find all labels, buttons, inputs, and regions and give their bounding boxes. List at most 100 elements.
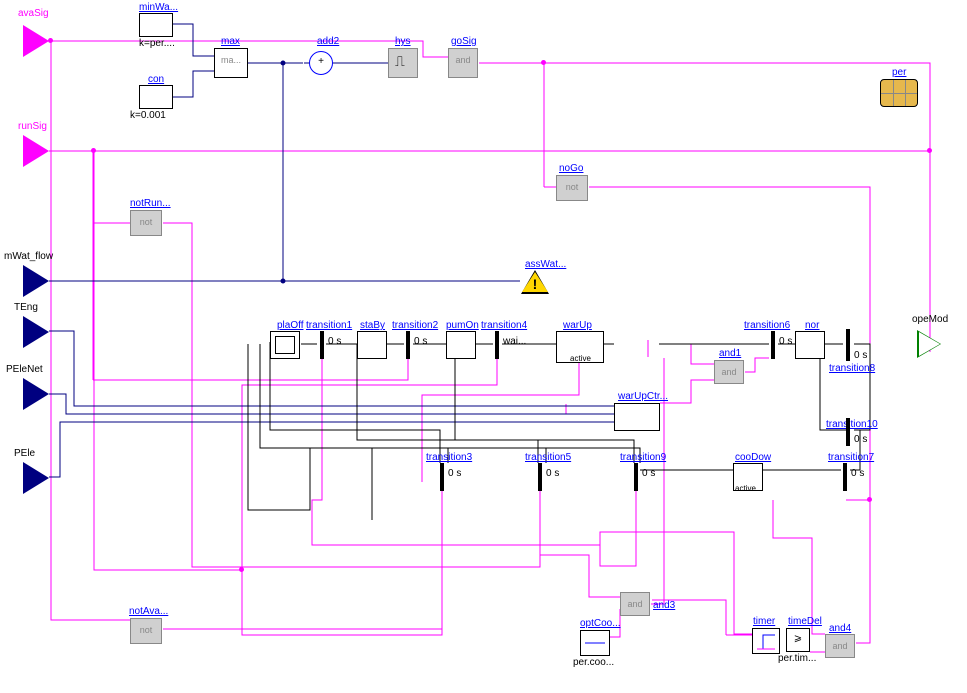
- block-t5[interactable]: [538, 463, 542, 491]
- label-PEleNet: PEleNet: [6, 364, 43, 375]
- block-t2[interactable]: [406, 331, 410, 359]
- label-staBy: staBy: [360, 320, 385, 331]
- label-t10-time: 0 s: [854, 434, 867, 445]
- label-and3: and3: [653, 600, 675, 611]
- label-t1-time: 0 s: [328, 336, 341, 347]
- and3-txt: and: [621, 593, 649, 609]
- block-plaOff[interactable]: [270, 331, 300, 359]
- label-t6-time: 0 s: [779, 336, 792, 347]
- label-active2: active: [735, 484, 756, 493]
- label-TEng: TEng: [14, 302, 38, 313]
- block-notAva[interactable]: not: [130, 618, 162, 644]
- label-con-k: k=0.001: [130, 110, 166, 121]
- label-t4-wai: wai...: [503, 336, 526, 347]
- block-hys[interactable]: ⎍: [388, 48, 418, 78]
- input-avaSig[interactable]: [23, 25, 49, 57]
- label-t2-time: 0 s: [414, 336, 427, 347]
- block-t3[interactable]: [440, 463, 444, 491]
- notRun-txt: not: [131, 211, 161, 227]
- block-t7[interactable]: [843, 463, 847, 491]
- label-con: con: [148, 74, 164, 85]
- label-assWat: assWat...: [525, 259, 566, 270]
- block-and4[interactable]: and: [825, 634, 855, 658]
- label-active: active: [570, 354, 591, 363]
- input-PEle[interactable]: [23, 462, 49, 494]
- block-t4[interactable]: [495, 331, 499, 359]
- block-minWa[interactable]: [139, 13, 173, 37]
- block-assWat[interactable]: [521, 270, 549, 294]
- input-mWat-flow[interactable]: [23, 265, 49, 297]
- block-and1[interactable]: and: [714, 360, 744, 384]
- label-t3: transition3: [426, 452, 472, 463]
- label-minWa-k: k=per....: [139, 38, 175, 49]
- block-t9[interactable]: [634, 463, 638, 491]
- input-runSig[interactable]: [23, 135, 49, 167]
- output-opeMod[interactable]: [917, 330, 941, 358]
- block-noGo[interactable]: not: [556, 175, 588, 201]
- ge-icon: ⩾: [787, 629, 809, 644]
- label-t10: transition10: [826, 419, 878, 430]
- block-t10[interactable]: [846, 418, 850, 446]
- junction-dot: [48, 38, 53, 43]
- noGo-txt: not: [557, 176, 587, 192]
- label-notAva: notAva...: [129, 606, 168, 617]
- junction-dot: [541, 60, 546, 65]
- label-notRun: notRun...: [130, 198, 171, 209]
- const-icon: [581, 631, 609, 655]
- block-warUpCtr[interactable]: [614, 403, 660, 431]
- junction-dot: [867, 497, 872, 502]
- label-PEle: PEle: [14, 448, 35, 459]
- label-t4: transition4: [481, 320, 527, 331]
- label-t9: transition9: [620, 452, 666, 463]
- label-mWat-flow: mWat_flow: [4, 251, 53, 262]
- block-add2[interactable]: [309, 51, 333, 75]
- label-per: per: [892, 67, 906, 78]
- label-t5: transition5: [525, 452, 571, 463]
- input-PEleNet[interactable]: [23, 378, 49, 410]
- label-plaOff: plaOff: [277, 320, 304, 331]
- label-add2: add2: [317, 36, 339, 47]
- label-t8: transition8: [829, 363, 875, 374]
- label-hys: hys: [395, 36, 411, 47]
- label-goSig: goSig: [451, 36, 477, 47]
- block-staBy[interactable]: [357, 331, 387, 359]
- label-minWa: minWa...: [139, 2, 178, 13]
- block-notRun[interactable]: not: [130, 210, 162, 236]
- notAva-txt: not: [131, 619, 161, 635]
- label-t9-time: 0 s: [642, 468, 655, 479]
- label-t2: transition2: [392, 320, 438, 331]
- block-nor[interactable]: [795, 331, 825, 359]
- label-warUp: warUp: [563, 320, 592, 331]
- block-per[interactable]: [880, 79, 918, 107]
- label-timeDel: timeDel: [788, 616, 822, 627]
- label-t5-time: 0 s: [546, 468, 559, 479]
- block-timeDel[interactable]: ⩾: [786, 628, 810, 652]
- label-opeMod: opeMod: [912, 314, 948, 325]
- junction-dot: [91, 148, 96, 153]
- junction-dot: [927, 148, 932, 153]
- label-max: max: [221, 36, 240, 47]
- label-timer: timer: [753, 616, 775, 627]
- label-t1: transition1: [306, 320, 352, 331]
- label-warUpCtr: warUpCtr...: [618, 391, 668, 402]
- block-con[interactable]: [139, 85, 173, 109]
- block-optCoo[interactable]: [580, 630, 610, 656]
- label-cooDow: cooDow: [735, 452, 771, 463]
- label-nor: nor: [805, 320, 819, 331]
- block-t6[interactable]: [771, 331, 775, 359]
- block-and3[interactable]: and: [620, 592, 650, 616]
- block-t1[interactable]: [320, 331, 324, 359]
- label-timeDel-sub: per.tim...: [778, 653, 816, 664]
- block-max[interactable]: ma...: [214, 48, 248, 78]
- label-t8-time: 0 s: [854, 350, 867, 361]
- input-TEng[interactable]: [23, 316, 49, 348]
- label-optCoo-sub: per.coo...: [573, 657, 614, 668]
- label-runSig: runSig: [18, 121, 47, 132]
- label-noGo: noGo: [559, 163, 583, 174]
- block-pumOn[interactable]: [446, 331, 476, 359]
- label-avaSig: avaSig: [18, 8, 49, 19]
- block-timer[interactable]: [752, 628, 780, 654]
- block-goSig[interactable]: and: [448, 48, 478, 78]
- junction-dot: [239, 567, 244, 572]
- block-t8[interactable]: [846, 329, 850, 361]
